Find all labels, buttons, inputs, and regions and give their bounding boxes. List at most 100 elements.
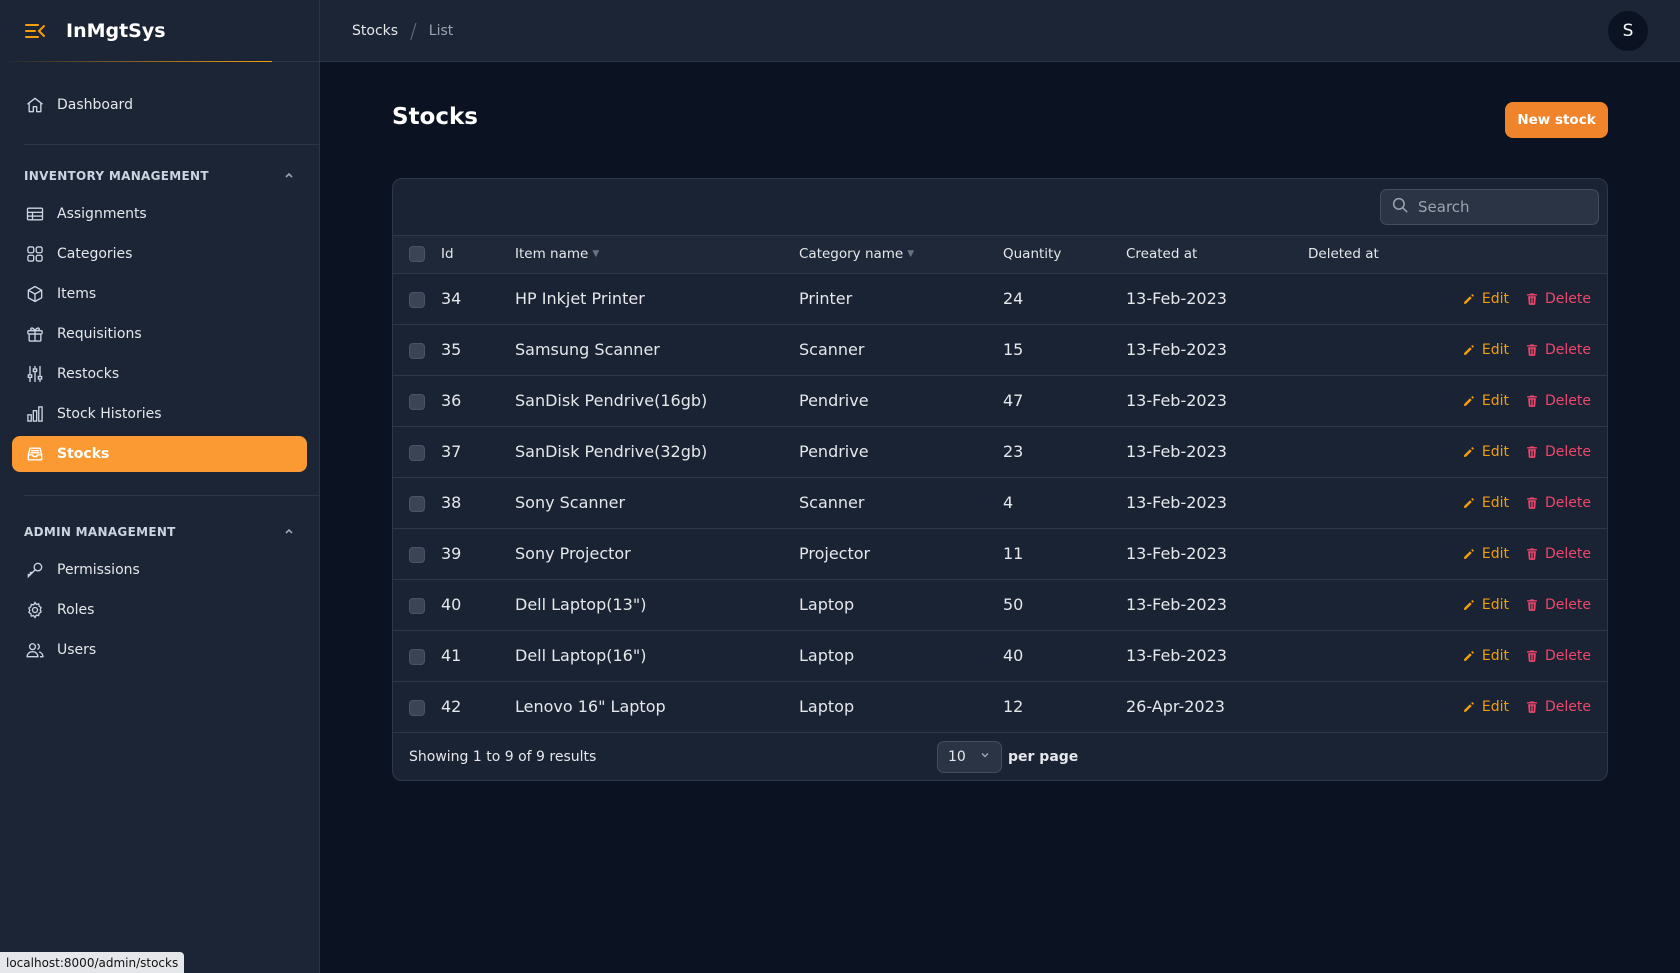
table-row[interactable]: 41 Dell Laptop(16") Laptop 40 13-Feb-2023 Edi… <box>393 630 1607 681</box>
sidebar-item-stocks[interactable]: Stocks <box>12 436 307 472</box>
delete-button[interactable]: Delete <box>1525 546 1591 562</box>
select-all-checkbox[interactable] <box>409 246 425 263</box>
table-icon <box>25 204 45 224</box>
row-actions: Edit Delete <box>1448 444 1607 460</box>
row-checkbox[interactable] <box>409 699 425 716</box>
sidebar-item-users[interactable]: Users <box>12 632 307 668</box>
table-row[interactable]: 36 SanDisk Pendrive(16gb) Pendrive 47 13-Feb… <box>393 375 1607 426</box>
sidebar-item-restocks[interactable]: Restocks <box>12 356 307 392</box>
table-row[interactable]: 40 Dell Laptop(13") Laptop 50 13-Feb-2023 Edi… <box>393 579 1607 630</box>
row-checkbox[interactable] <box>409 342 425 359</box>
column-header-category-name[interactable]: Category name ▼ <box>799 236 1003 274</box>
delete-button[interactable]: Delete <box>1525 342 1591 358</box>
cell-category-name: Printer <box>799 289 853 308</box>
collapse-menu-icon[interactable] <box>24 19 48 43</box>
cell-id: 39 <box>441 544 462 563</box>
row-actions: Edit Delete <box>1448 393 1607 409</box>
row-actions: Edit Delete <box>1448 648 1607 664</box>
sidebar-item-requisitions[interactable]: Requisitions <box>12 316 307 352</box>
breadcrumb-root[interactable]: Stocks <box>352 23 398 39</box>
sidebar-item-assignments[interactable]: Assignments <box>12 196 307 232</box>
edit-label: Edit <box>1481 494 1509 511</box>
edit-button[interactable]: Edit <box>1462 393 1509 409</box>
cell-id: 37 <box>441 442 462 461</box>
edit-label: Edit <box>1481 341 1509 358</box>
table-row[interactable]: 35 Samsung Scanner Scanner 15 13-Feb-2023 Edi… <box>393 324 1607 375</box>
sidebar-item-dashboard[interactable]: Dashboard <box>12 87 307 123</box>
row-checkbox[interactable] <box>409 648 425 665</box>
column-label: Category name <box>799 246 904 263</box>
sidebar-item-label: Stocks <box>57 446 110 462</box>
search-input[interactable]: Search <box>1380 189 1599 225</box>
delete-button[interactable]: Delete <box>1525 648 1591 664</box>
table-row[interactable]: 38 Sony Scanner Scanner 4 13-Feb-2023 Edit Del… <box>393 477 1607 528</box>
edit-label: Edit <box>1481 596 1509 613</box>
edit-label: Edit <box>1481 698 1509 715</box>
delete-button[interactable]: Delete <box>1525 699 1591 715</box>
delete-button[interactable]: Delete <box>1525 291 1591 307</box>
row-checkbox[interactable] <box>409 393 425 410</box>
sidebar-item-items[interactable]: Items <box>12 276 307 312</box>
cell-deleted-at <box>1308 681 1448 732</box>
table-row[interactable]: 42 Lenovo 16" Laptop Laptop 12 26-Apr-2023 Ed… <box>393 681 1607 732</box>
delete-button[interactable]: Delete <box>1525 597 1591 613</box>
pencil-icon <box>1462 547 1482 561</box>
new-stock-button[interactable]: New stock <box>1505 102 1608 138</box>
pencil-icon <box>1462 496 1482 510</box>
group-header-inventory[interactable]: INVENTORY MANAGEMENT <box>24 165 295 187</box>
edit-button[interactable]: Edit <box>1462 495 1509 511</box>
app-title[interactable]: InMgtSys <box>66 20 166 42</box>
table-row[interactable]: 39 Sony Projector Projector 11 13-Feb-2023 Ed… <box>393 528 1607 579</box>
sidebar-item-permissions[interactable]: Permissions <box>12 552 307 588</box>
sort-icon[interactable]: ▼ <box>592 249 599 259</box>
breadcrumb-separator: / <box>410 18 417 43</box>
sidebar-item-categories[interactable]: Categories <box>12 236 307 272</box>
edit-button[interactable]: Edit <box>1462 546 1509 562</box>
column-header-item-name[interactable]: Item name ▼ <box>515 236 799 274</box>
cell-quantity: 11 <box>1003 544 1024 563</box>
edit-button[interactable]: Edit <box>1462 444 1509 460</box>
cell-deleted-at <box>1308 579 1448 630</box>
delete-button[interactable]: Delete <box>1525 444 1591 460</box>
sidebar-item-roles[interactable]: Roles <box>12 592 307 628</box>
row-checkbox[interactable] <box>409 291 425 308</box>
sidebar-item-label: Roles <box>57 602 95 618</box>
cell-category-name: Scanner <box>799 493 865 512</box>
cell-id: 34 <box>441 289 462 308</box>
edit-button[interactable]: Edit <box>1462 648 1509 664</box>
key-icon <box>25 560 45 580</box>
edit-label: Edit <box>1481 545 1509 562</box>
avatar[interactable]: S <box>1608 11 1648 51</box>
sidebar-item-label: Stock Histories <box>57 406 162 422</box>
delete-button[interactable]: Delete <box>1525 393 1591 409</box>
per-page-label: per page <box>1008 748 1079 765</box>
edit-button[interactable]: Edit <box>1462 597 1509 613</box>
delete-label: Delete <box>1545 392 1591 409</box>
table-row[interactable]: 34 HP Inkjet Printer Printer 24 13-Feb-2023 E… <box>393 273 1607 324</box>
breadcrumb: Stocks / List <box>352 19 453 43</box>
sort-icon[interactable]: ▼ <box>907 249 914 259</box>
row-checkbox[interactable] <box>409 444 425 461</box>
column-header-deleted-at: Deleted at <box>1308 236 1448 274</box>
row-checkbox[interactable] <box>409 546 425 563</box>
edit-button[interactable]: Edit <box>1462 342 1509 358</box>
delete-label: Delete <box>1545 290 1591 307</box>
table-row[interactable]: 37 SanDisk Pendrive(32gb) Pendrive 23 13-Feb… <box>393 426 1607 477</box>
chevron-down-icon <box>979 749 991 765</box>
browser-status-url: localhost:8000/admin/stocks <box>0 952 185 973</box>
gear-icon <box>25 600 45 620</box>
cell-category-name: Laptop <box>799 646 855 665</box>
group-header-admin[interactable]: ADMIN MANAGEMENT <box>24 521 295 543</box>
chevron-up-icon <box>283 169 295 184</box>
delete-label: Delete <box>1545 545 1591 562</box>
row-checkbox[interactable] <box>409 495 425 512</box>
page-title: Stocks <box>392 104 478 130</box>
cell-item-name: SanDisk Pendrive(16gb) <box>515 391 708 410</box>
row-checkbox[interactable] <box>409 597 425 614</box>
sidebar-item-stock-histories[interactable]: Stock Histories <box>12 396 307 432</box>
edit-button[interactable]: Edit <box>1462 291 1509 307</box>
cell-quantity: 15 <box>1003 340 1024 359</box>
delete-button[interactable]: Delete <box>1525 495 1591 511</box>
per-page-select[interactable]: 10 <box>937 740 1002 773</box>
edit-button[interactable]: Edit <box>1462 699 1509 715</box>
